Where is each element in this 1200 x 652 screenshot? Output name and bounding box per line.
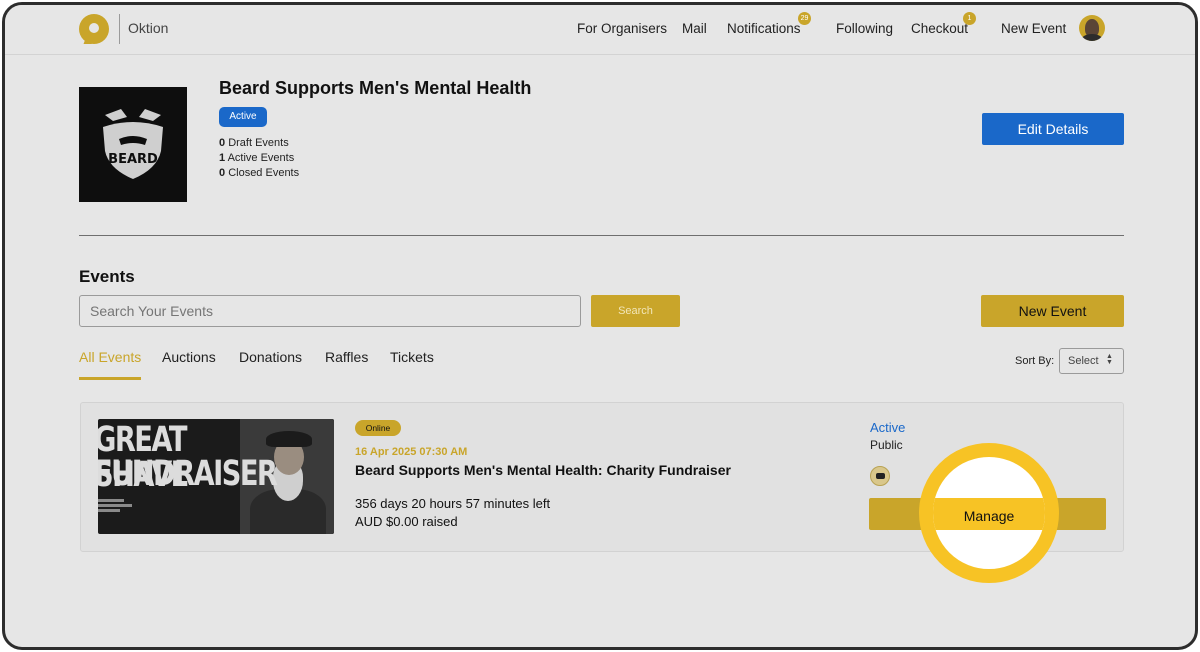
select-arrows-icon: ▲ ▼ (1106, 353, 1113, 366)
organiser-status-badge: Active (219, 107, 267, 127)
app-frame: Oktion For Organisers Mail Notifications… (2, 2, 1198, 650)
search-events-input[interactable] (79, 295, 581, 327)
closed-events-count: 0 Closed Events (219, 167, 300, 179)
tab-raffles[interactable]: Raffles (325, 349, 368, 365)
event-visibility: Public (870, 438, 903, 452)
event-title[interactable]: Beard Supports Men's Mental Health: Char… (355, 462, 731, 478)
event-status: Active (870, 420, 906, 435)
event-time-left: 356 days 20 hours 57 minutes left (355, 496, 551, 511)
notifications-count-badge: 29 (798, 12, 811, 25)
draft-events-count: 0 Draft Events (219, 137, 289, 149)
active-events-count: 1 Active Events (219, 152, 295, 164)
events-heading: Events (79, 267, 135, 286)
organiser-logo: BEARD (79, 87, 187, 202)
search-button[interactable]: Search (591, 295, 680, 327)
event-date: 16 Apr 2025 07:30 AM (355, 446, 468, 458)
beard-logo-text: BEARD (108, 152, 158, 167)
avatar-shirt (1082, 34, 1102, 41)
checkout-count-badge: 1 (963, 12, 976, 25)
sort-by-select[interactable]: Select (1059, 348, 1124, 374)
oktion-logo-icon[interactable] (79, 14, 109, 44)
nav-following[interactable]: Following (836, 21, 893, 36)
thumbnail-title-line-2: FUNDRAISER (98, 454, 278, 494)
edit-details-button[interactable]: Edit Details (982, 113, 1124, 145)
new-event-button[interactable]: New Event (981, 295, 1124, 327)
active-tab-indicator (79, 377, 141, 380)
section-divider (79, 235, 1124, 236)
logo-divider (119, 14, 120, 44)
nav-for-organisers[interactable]: For Organisers (577, 21, 667, 36)
sort-by-label: Sort By: (1015, 355, 1055, 367)
organiser-name: Beard Supports Men's Mental Health (219, 78, 532, 98)
beard-logo-icon: BEARD (103, 109, 163, 179)
thumbnail-fine-print (98, 497, 132, 514)
nav-new-event[interactable]: New Event (1001, 21, 1066, 36)
event-thumbnail[interactable]: GREAT SHAVE FUNDRAISER (98, 419, 334, 534)
tab-auctions[interactable]: Auctions (162, 349, 216, 365)
nav-mail[interactable]: Mail (682, 21, 707, 36)
online-badge: Online (355, 420, 401, 436)
event-amount-raised: AUD $0.00 raised (355, 514, 458, 529)
user-avatar[interactable] (1079, 15, 1105, 41)
tab-tickets[interactable]: Tickets (390, 349, 434, 365)
tab-donations[interactable]: Donations (239, 349, 302, 365)
nav-checkout[interactable]: Checkout (911, 21, 968, 36)
brand-name[interactable]: Oktion (128, 20, 168, 36)
manage-button[interactable]: Manage (945, 500, 1033, 532)
top-navbar: Oktion For Organisers Mail Notifications… (5, 5, 1195, 55)
nav-notifications[interactable]: Notifications (727, 21, 801, 36)
event-counts: 0 Draft Events 1 Active Events 0 Closed … (219, 136, 299, 181)
tab-all-events[interactable]: All Events (79, 349, 141, 365)
organiser-avatar-icon (870, 466, 890, 486)
